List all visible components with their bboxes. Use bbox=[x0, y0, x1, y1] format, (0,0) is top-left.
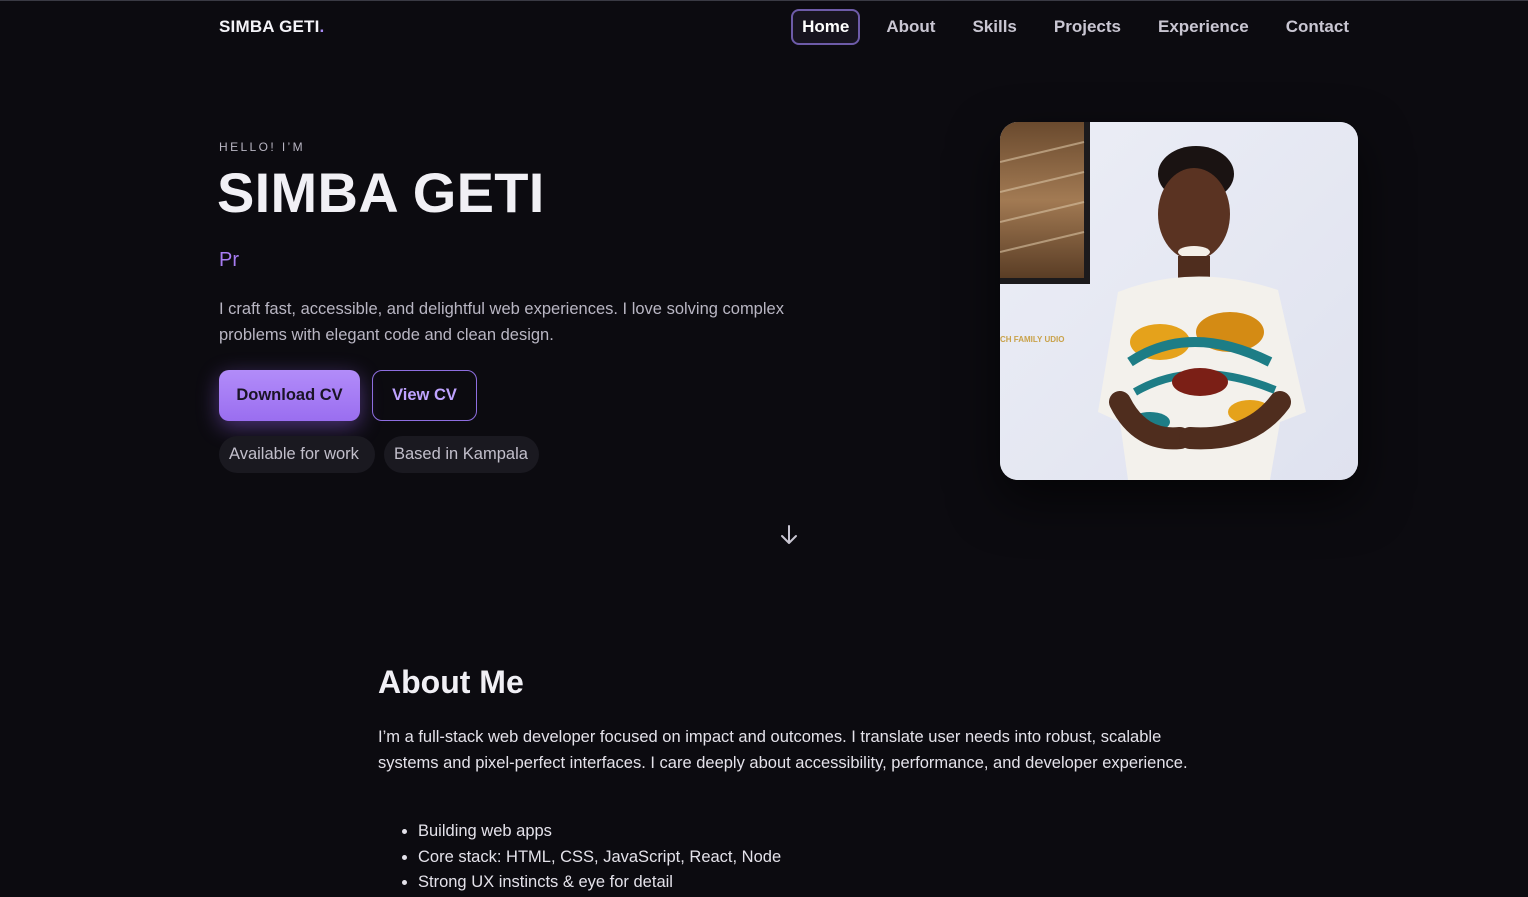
view-cv-button[interactable]: View CV bbox=[372, 370, 477, 421]
hero-name: SIMBA GETI bbox=[217, 161, 545, 224]
profile-photo: CH FAMILY UDIO bbox=[1000, 122, 1358, 480]
hero-greeting: HELLO! I’M bbox=[219, 140, 306, 154]
hero-role-typed: Pr bbox=[219, 249, 239, 271]
about-title: About Me bbox=[378, 664, 524, 700]
studio-watermark: CH FAMILY UDIO bbox=[1000, 335, 1064, 344]
status-chip-available: Available for work bbox=[219, 436, 375, 473]
list-item: Building web apps bbox=[418, 819, 781, 845]
list-item: Strong UX instincts & eye for detail bbox=[418, 870, 781, 896]
about-text: I’m a full-stack web developer focused o… bbox=[378, 728, 1188, 772]
download-cv-button[interactable]: Download CV bbox=[219, 370, 360, 421]
brand-dot: . bbox=[319, 17, 325, 36]
list-item: Core stack: HTML, CSS, JavaScript, React… bbox=[418, 845, 781, 871]
nav-link-experience[interactable]: Experience bbox=[1147, 9, 1260, 45]
nav-link-skills[interactable]: Skills bbox=[961, 9, 1027, 45]
profile-photo-illustration: CH FAMILY UDIO bbox=[1000, 122, 1358, 480]
nav-link-about[interactable]: About bbox=[875, 9, 946, 45]
nav-link-contact[interactable]: Contact bbox=[1275, 9, 1360, 45]
nav-link-home[interactable]: Home bbox=[791, 9, 861, 45]
nav-link-projects[interactable]: Projects bbox=[1043, 9, 1132, 45]
status-chip-location: Based in Kampala bbox=[384, 436, 539, 473]
nav-links: Home About Skills Projects Experience Co… bbox=[776, 9, 1360, 45]
brand-logo[interactable]: SIMBA GETI. bbox=[219, 17, 324, 37]
hero-intro: I craft fast, accessible, and delightful… bbox=[219, 300, 784, 344]
about-bullets: Building web apps Core stack: HTML, CSS,… bbox=[378, 819, 781, 896]
top-navbar: SIMBA GETI. Home About Skills Projects E… bbox=[0, 0, 1528, 56]
brand-name: SIMBA GETI bbox=[219, 17, 320, 36]
arrow-down-icon[interactable] bbox=[778, 523, 800, 547]
